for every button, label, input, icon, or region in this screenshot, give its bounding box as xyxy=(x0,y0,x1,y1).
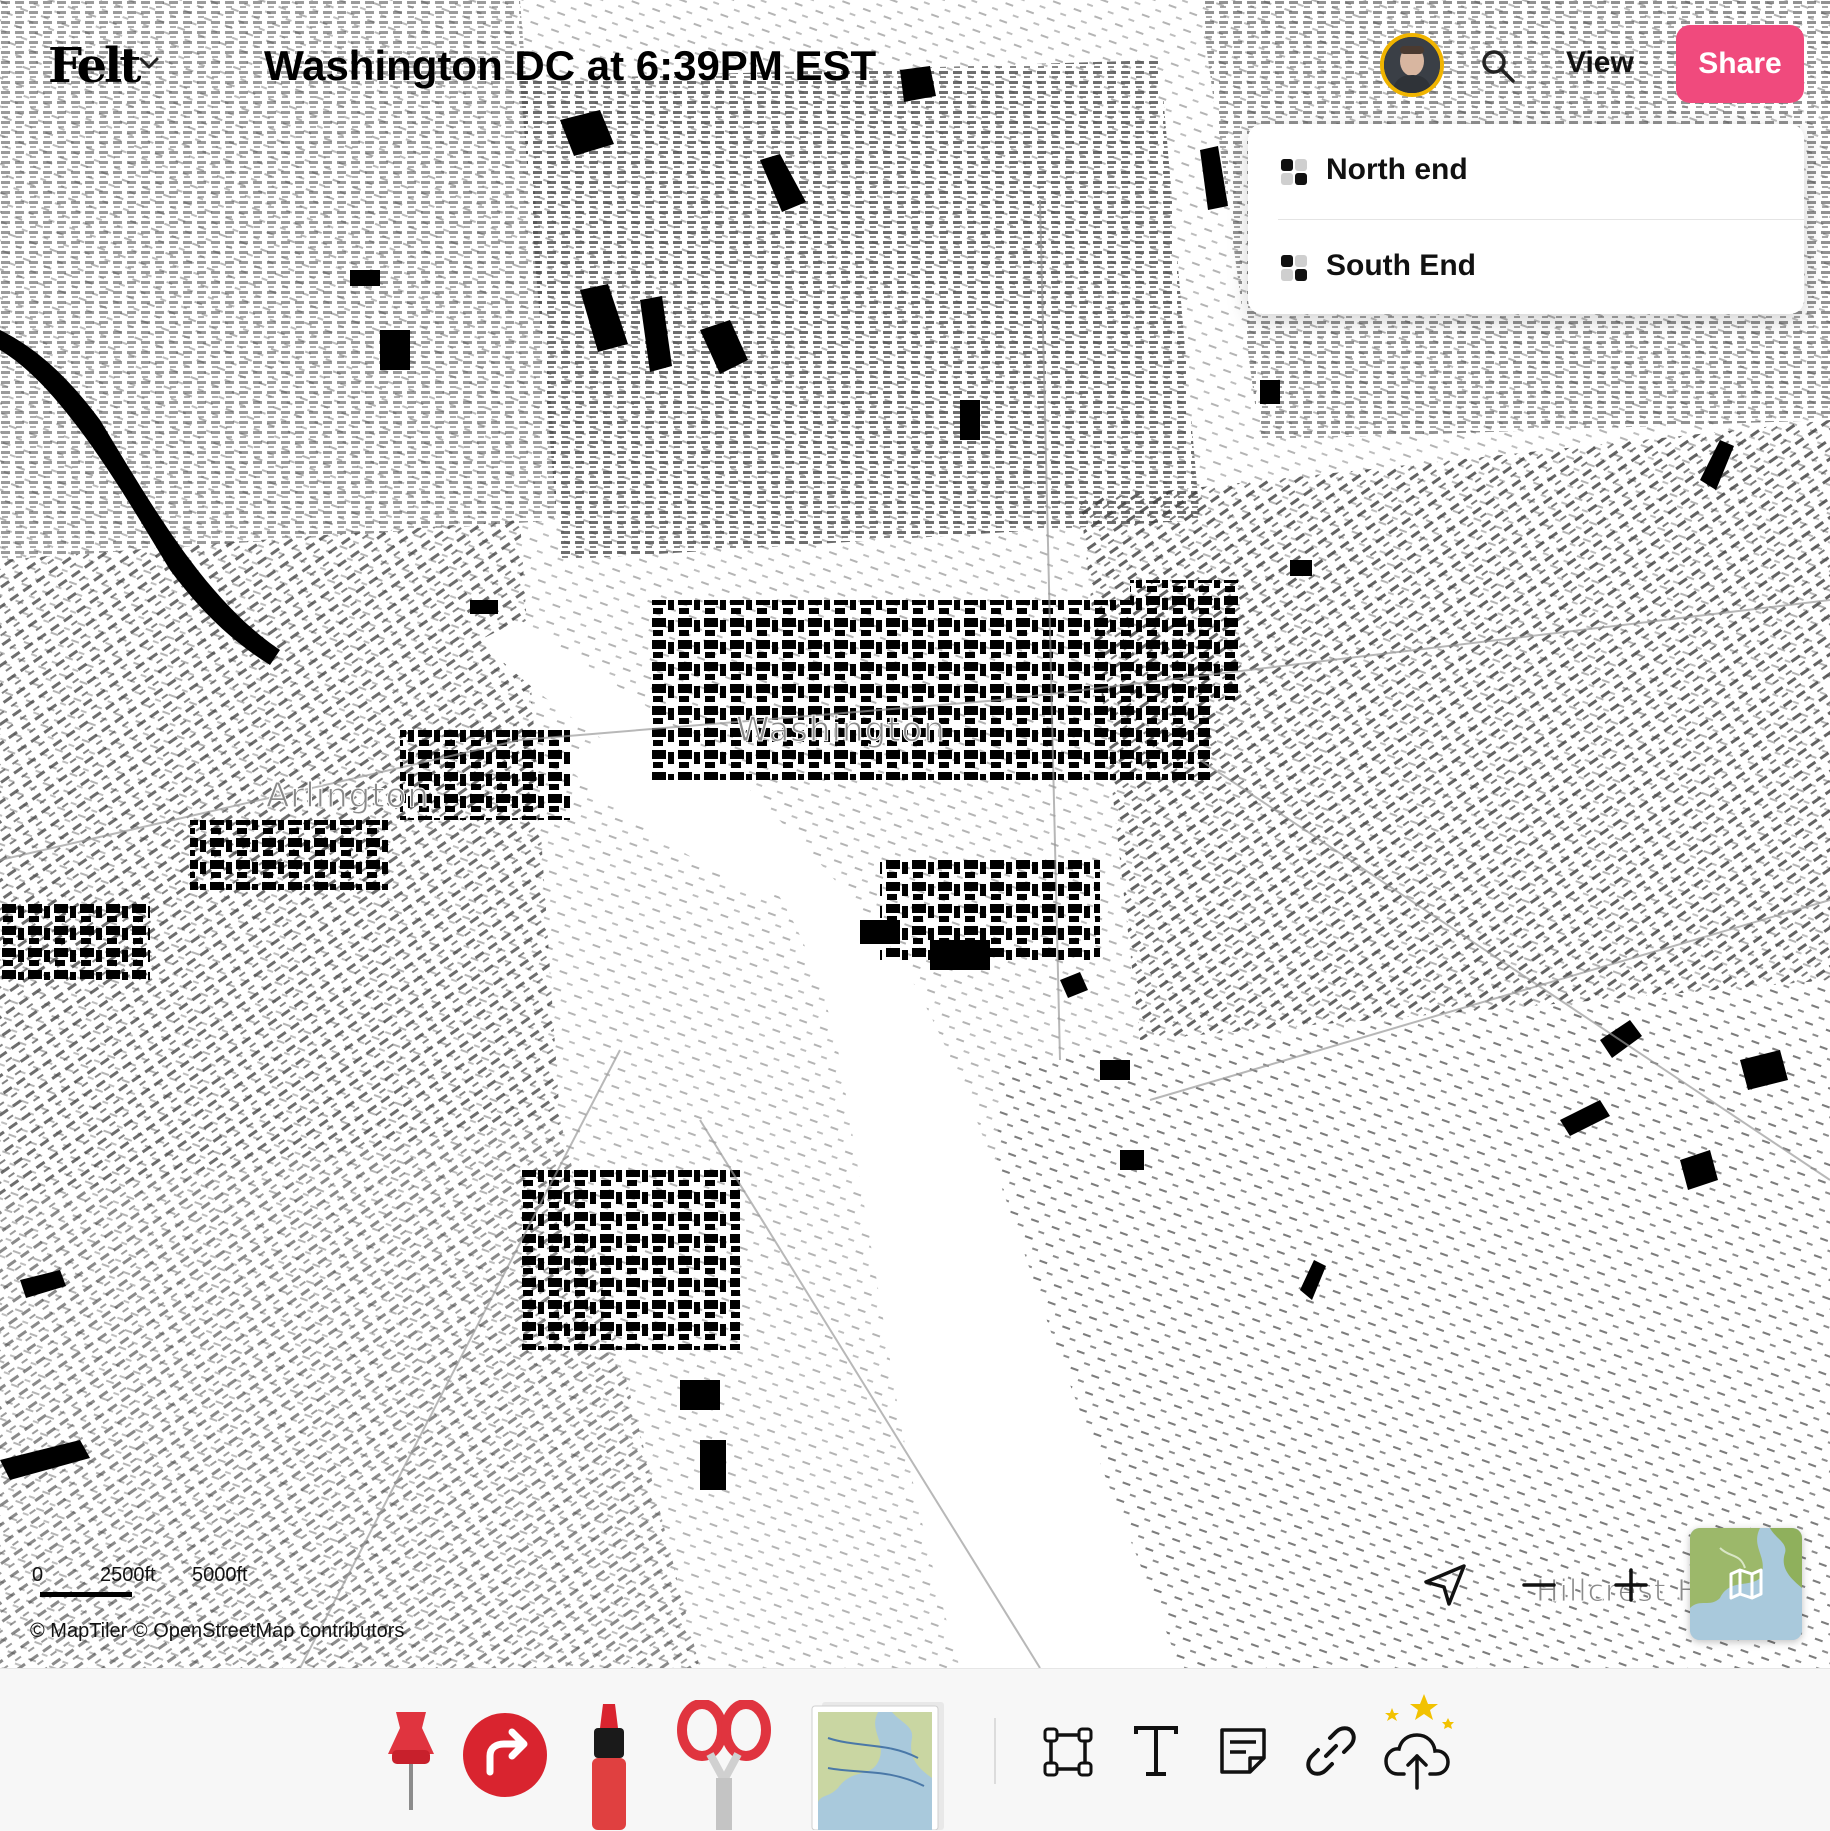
avatar-photo xyxy=(1384,37,1440,93)
pin-icon[interactable] xyxy=(382,1706,440,1812)
layers-icon xyxy=(1281,159,1307,185)
scissors-icon[interactable] xyxy=(674,1700,774,1830)
view-item-label: North end xyxy=(1326,153,1468,186)
navigation-arrow-icon[interactable] xyxy=(1420,1560,1470,1610)
view-item-north-end[interactable]: North end xyxy=(1248,124,1804,218)
image-upload-icon[interactable] xyxy=(808,1698,948,1830)
view-item-south-end[interactable]: South End xyxy=(1248,220,1804,314)
rectangle-icon[interactable] xyxy=(1042,1726,1094,1778)
layers-icon xyxy=(1281,255,1307,281)
scale-label-0: 0 xyxy=(32,1564,44,1586)
cloud-upload-icon[interactable] xyxy=(1380,1690,1460,1790)
view-dropdown-menu: North end South End xyxy=(1248,124,1804,314)
felt-logo[interactable]: Felt xyxy=(48,38,141,94)
chevron-down-icon[interactable] xyxy=(138,56,160,70)
minus-icon[interactable] xyxy=(1514,1560,1564,1610)
view-button[interactable]: View xyxy=(1566,46,1634,80)
share-button[interactable]: Share xyxy=(1676,25,1804,103)
toolbar-divider xyxy=(994,1718,996,1784)
scale-label-2500: 2500ft xyxy=(100,1564,156,1586)
place-label-arlington: Arlington xyxy=(266,776,430,817)
search-icon[interactable] xyxy=(1478,46,1518,86)
basemap-switcher[interactable] xyxy=(1690,1528,1802,1640)
scale-bar xyxy=(40,1592,132,1597)
avatar[interactable] xyxy=(1380,33,1444,97)
view-item-label: South End xyxy=(1326,249,1476,282)
marker-icon[interactable] xyxy=(588,1700,630,1830)
map-icon xyxy=(1729,1568,1763,1600)
map-title[interactable]: Washington DC at 6:39PM EST xyxy=(264,42,876,90)
text-icon[interactable] xyxy=(1130,1724,1182,1780)
link-icon[interactable] xyxy=(1304,1724,1358,1778)
scale-label-5000: 5000ft xyxy=(192,1564,248,1586)
note-icon[interactable] xyxy=(1216,1724,1270,1778)
plus-icon[interactable] xyxy=(1606,1560,1656,1610)
place-label-washington: Washington xyxy=(736,710,946,751)
route-icon[interactable] xyxy=(460,1710,550,1800)
map-attribution[interactable]: © MapTiler © OpenStreetMap contributors xyxy=(30,1620,404,1643)
